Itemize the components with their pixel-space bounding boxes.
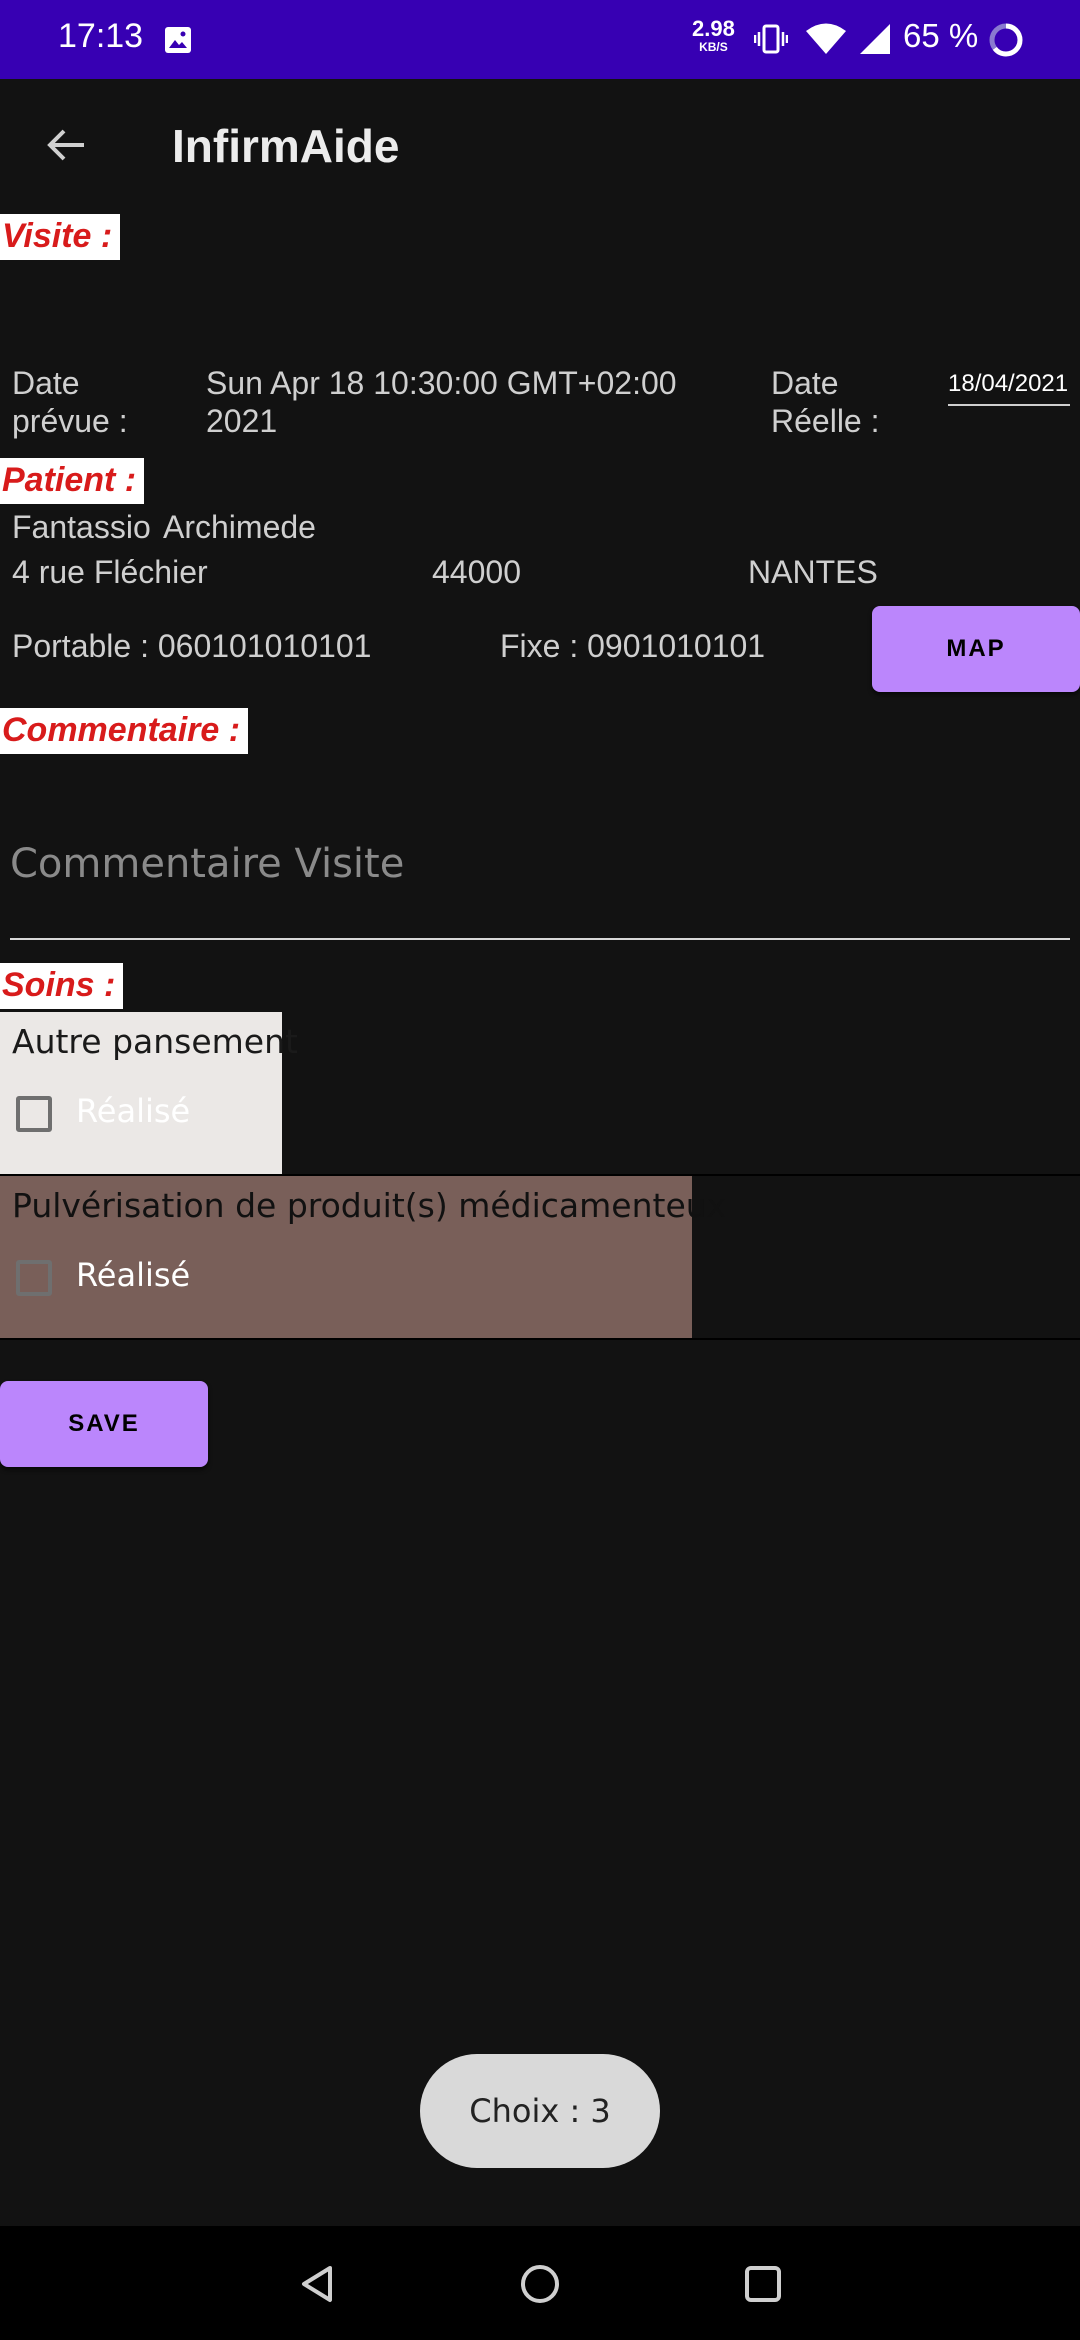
nav-home-icon [521,2265,559,2303]
soin-checkbox[interactable] [16,1096,52,1132]
section-label-soins: Soins : [0,963,124,1009]
arrow-left-icon [47,129,84,161]
patient-last-name: Archimede [163,509,316,545]
toast-message: Choix : 3 [420,2054,660,2168]
wifi-icon [805,22,847,60]
date-reelle-label-line2: Réelle : [771,403,880,439]
soin-checkbox-label[interactable]: Réalisé [76,1092,190,1130]
navigation-bar [0,2226,1080,2340]
save-button[interactable]: SAVE [0,1381,208,1467]
soin-row: Autre pansement Réalisé [0,1012,1080,1176]
soin-title: Autre pansement [12,1022,298,1061]
net-speed-value: 2.98 [692,16,735,41]
image-icon [164,26,192,58]
nav-recents-button[interactable] [735,2256,791,2312]
signal-icon [858,22,892,60]
screen: 17:13 2.98 KB/S 65 % InfirmAide Visite :… [0,0,1080,2340]
back-button[interactable] [30,109,102,181]
status-bar: 17:13 2.98 KB/S 65 % [0,0,1080,79]
date-prevue-value-line2: 2021 [206,403,278,439]
battery-percent: 65 % [903,17,979,54]
nav-back-icon [302,2266,332,2302]
section-label-visite: Visite : [0,214,121,260]
map-button[interactable]: MAP [872,606,1080,692]
comment-input[interactable] [10,820,1070,940]
section-label-commentaire: Commentaire : [0,708,249,754]
soin-card: Pulvérisation de produit(s) médicamenteu… [0,1176,726,1338]
app-bar: InfirmAide [0,79,1080,214]
soin-checkbox[interactable] [16,1260,52,1296]
net-speed: 2.98 KB/S [692,16,735,54]
soin-row: Pulvérisation de produit(s) médicamenteu… [0,1176,1080,1340]
net-speed-unit: KB/S [699,40,728,54]
patient-street: 4 rue Fléchier [12,554,208,590]
battery-ring-icon [988,22,1024,62]
patient-first-name: Fantassio [12,509,151,545]
patient-postal-code: 44000 [432,554,521,590]
date-prevue-label-line2: prévue : [12,403,128,439]
date-reelle-label-line1: Date [771,365,839,401]
patient-city: NANTES [748,554,878,590]
nav-recents-icon [745,2266,781,2302]
soin-checkbox-label[interactable]: Réalisé [76,1256,190,1294]
section-label-patient: Patient : [0,458,145,504]
soin-card: Autre pansement Réalisé [0,1012,298,1174]
date-prevue-label-line1: Date [12,365,80,401]
date-prevue-value-line1: Sun Apr 18 10:30:00 GMT+02:00 [206,365,677,401]
nav-back-button[interactable] [290,2256,346,2312]
page-title: InfirmAide [172,120,400,172]
patient-landline: Fixe : 0901010101 [500,628,766,664]
patient-mobile: Portable : 060101010101 [12,628,372,664]
nav-home-button[interactable] [512,2256,568,2312]
status-time: 17:13 [58,17,144,55]
soin-title: Pulvérisation de produit(s) médicamenteu… [12,1186,727,1225]
vibrate-icon [753,22,789,60]
date-reelle-field[interactable]: 18/04/2021 [948,370,1070,406]
